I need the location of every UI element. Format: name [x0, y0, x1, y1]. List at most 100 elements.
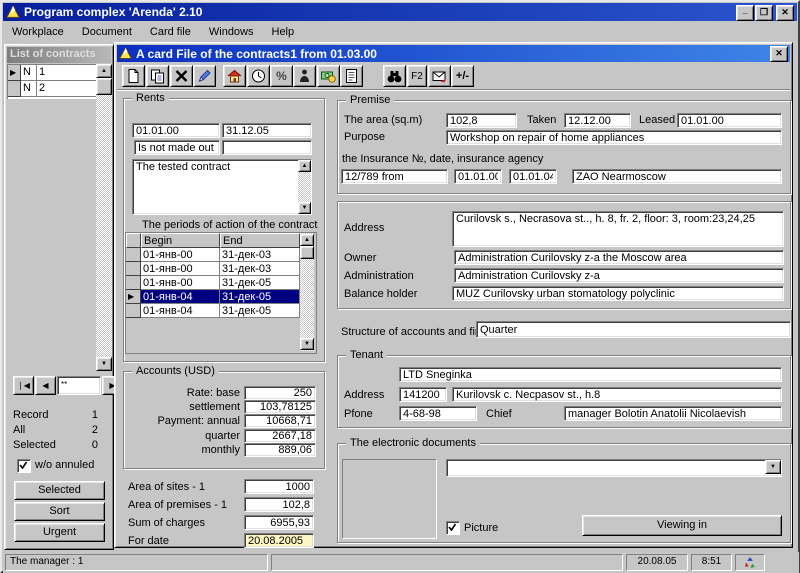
scroll-up-icon[interactable]: ▲ — [300, 234, 314, 246]
scroll-up-icon[interactable]: ▲ — [298, 160, 311, 172]
tenant-name-field[interactable] — [399, 367, 782, 382]
nav-prev-button[interactable]: ◀ — [35, 376, 56, 395]
nav-position-box: ** — [57, 376, 101, 395]
premise-groupbox: Premise The area (sq.m) Taken Leased Pur… — [337, 94, 791, 194]
menu-document[interactable]: Document — [73, 24, 141, 40]
new-button[interactable] — [122, 65, 145, 87]
minimize-button[interactable]: _ — [736, 5, 754, 21]
viewing-button[interactable]: Viewing in — [582, 515, 782, 536]
copy-icon — [151, 69, 164, 84]
picture-checkbox[interactable] — [446, 521, 460, 535]
scroll-thumb[interactable] — [300, 246, 314, 259]
app-window: Program complex 'Arenda' 2.10 _ ❐ ✕ Work… — [0, 0, 800, 573]
wo-annuled-label: w/o annuled — [35, 459, 95, 471]
check-icon — [19, 461, 28, 470]
list-scrollbar[interactable]: ▲ ▼ — [96, 64, 112, 371]
menu-workplace[interactable]: Workplace — [3, 24, 73, 40]
structure-field[interactable] — [476, 321, 791, 338]
edit-button[interactable] — [193, 65, 216, 87]
clock-button[interactable] — [247, 65, 270, 87]
sort-button[interactable]: Sort — [14, 502, 105, 521]
status-sync-panel — [735, 554, 765, 571]
rate-base-field[interactable] — [244, 386, 316, 400]
owner-label: Owner — [344, 252, 377, 264]
mail-button[interactable] — [428, 65, 451, 87]
check-icon — [448, 523, 457, 532]
payment-annual-label: Payment: annual — [157, 415, 240, 427]
scroll-thumb[interactable] — [96, 78, 112, 95]
menu-card-file[interactable]: Card file — [141, 24, 200, 40]
restore-button[interactable]: ❐ — [755, 5, 773, 21]
selected-label: Selected — [13, 439, 56, 451]
wo-annuled-checkbox[interactable] — [17, 459, 31, 473]
card-close-button[interactable]: ✕ — [770, 46, 788, 62]
administration-field[interactable] — [454, 268, 784, 283]
periods-scrollbar[interactable]: ▲ ▼ — [300, 233, 314, 351]
selected-button[interactable]: Selected — [14, 481, 105, 500]
scroll-down-icon[interactable]: ▼ — [300, 338, 314, 350]
periods-label: The periods of action of the contract — [142, 219, 318, 231]
rents-legend: Rents — [132, 92, 169, 104]
owner-field[interactable] — [454, 250, 784, 265]
insurance-date1-field[interactable] — [454, 169, 502, 184]
dropdown-arrow-button[interactable]: ▼ — [765, 460, 781, 474]
find-button[interactable] — [383, 65, 406, 87]
tenant-address-field[interactable] — [452, 387, 782, 402]
premise-area-field[interactable] — [446, 113, 517, 128]
percent-button[interactable]: % — [270, 65, 293, 87]
menu-windows[interactable]: Windows — [200, 24, 263, 40]
person-button[interactable] — [293, 65, 316, 87]
periods-grid: Begin End 01-янв-00 31-дек-03 01-янв-00 … — [125, 232, 317, 354]
phone-field[interactable] — [399, 406, 477, 421]
area-sites-field[interactable] — [244, 479, 314, 494]
card-toolbar: % F2 +/- — [117, 63, 790, 90]
for-date-field[interactable] — [244, 533, 314, 548]
scroll-down-icon[interactable]: ▼ — [96, 357, 112, 371]
tenant-postcode-field[interactable] — [399, 387, 447, 402]
copy-button[interactable] — [146, 65, 169, 87]
area-premises-label: Area of premises - 1 — [128, 499, 228, 511]
sum-charges-field[interactable] — [244, 515, 314, 530]
menu-help[interactable]: Help — [263, 24, 304, 40]
memo-scrollbar[interactable]: ▲ ▼ — [298, 160, 311, 214]
periods-col-end: End — [220, 233, 300, 248]
home-button[interactable] — [223, 65, 246, 87]
premise-address-memo[interactable]: Curilovsk s., Necrasova st.., h. 8, fr. … — [452, 211, 784, 247]
document-button[interactable] — [340, 65, 363, 87]
phone-label: Pfone — [344, 408, 373, 420]
rent-status2-field[interactable] — [222, 140, 312, 155]
settlement-field[interactable] — [244, 400, 316, 414]
close-button[interactable]: ✕ — [776, 5, 794, 21]
insurance-agency-field[interactable] — [572, 169, 782, 184]
edocs-groupbox: The electronic documents ▼ Picture Viewi… — [337, 437, 791, 543]
balance-holder-field[interactable] — [452, 286, 784, 301]
f2-label: F2 — [411, 70, 423, 82]
location-frame: Address Curilovsk s., Necrasova st.., h.… — [337, 201, 791, 309]
area-premises-field[interactable] — [244, 497, 314, 512]
chief-field[interactable] — [564, 406, 782, 421]
payment-annual-field[interactable] — [244, 414, 316, 428]
urgent-button[interactable]: Urgent — [14, 523, 105, 542]
contract-note-memo[interactable]: The tested contract ▲ ▼ — [132, 159, 312, 215]
quarter-label: quarter — [205, 430, 240, 442]
quarter-field[interactable] — [244, 429, 316, 443]
rent-date-to-field[interactable] — [222, 123, 312, 138]
rent-date-from-field[interactable] — [132, 123, 220, 138]
insurance-date2-field[interactable] — [509, 169, 557, 184]
taken-field[interactable] — [564, 113, 631, 128]
money-button[interactable] — [317, 65, 340, 87]
plus-minus-button[interactable]: +/- — [451, 65, 474, 87]
scroll-down-icon[interactable]: ▼ — [298, 202, 311, 214]
nav-first-button[interactable]: ❘◀ — [13, 376, 34, 395]
delete-button[interactable] — [170, 65, 193, 87]
edoc-dropdown[interactable]: ▼ — [446, 459, 782, 477]
leased-field[interactable] — [677, 113, 782, 128]
binoculars-icon — [387, 71, 402, 83]
insurance-no-field[interactable] — [341, 169, 448, 184]
purpose-field[interactable] — [446, 130, 782, 145]
leased-label: Leased — [639, 114, 676, 126]
monthly-field[interactable] — [244, 443, 316, 457]
rent-status-field[interactable] — [134, 140, 220, 155]
f2-button[interactable]: F2 — [407, 65, 427, 87]
scroll-up-icon[interactable]: ▲ — [96, 64, 112, 78]
